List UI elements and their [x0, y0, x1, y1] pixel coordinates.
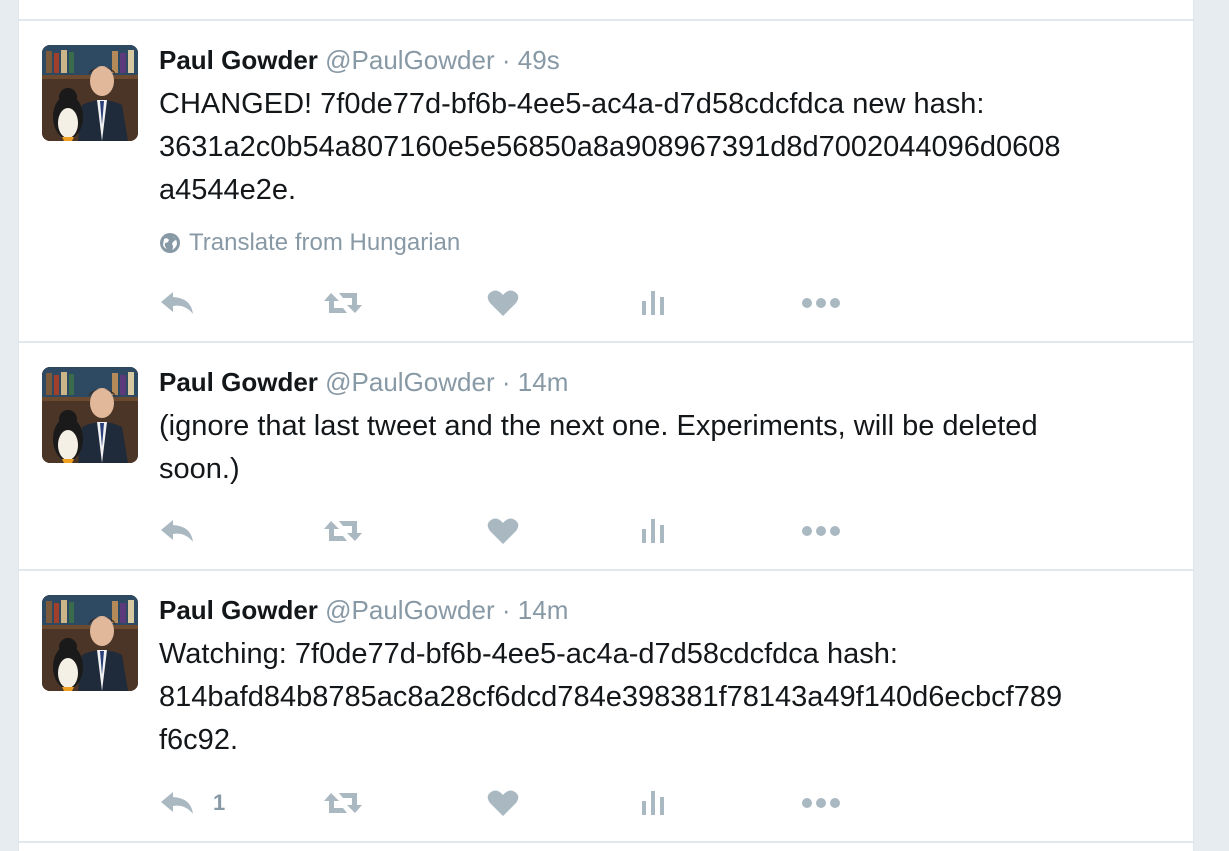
retweet-button[interactable] [323, 283, 363, 323]
tweet[interactable]: Paul Gowder @PaulGowder · 14m (ignore th… [19, 341, 1195, 569]
analytics-button[interactable] [641, 783, 667, 823]
translate-link[interactable]: Translate from Hungarian [159, 229, 460, 257]
retweet-icon [323, 517, 363, 545]
separator: · [501, 595, 511, 625]
analytics-button[interactable] [641, 511, 667, 551]
timeline: Paul Gowder @PaulGowder · 49s CHANGED! 7… [18, 0, 1195, 851]
like-button[interactable] [487, 511, 519, 551]
heart-icon [487, 517, 519, 545]
timestamp[interactable]: 49s [518, 45, 560, 75]
tweet-actions [159, 283, 879, 323]
reply-button[interactable] [159, 283, 213, 323]
reply-icon [159, 790, 195, 816]
tweet-text: (ignore that last tweet and the next one… [159, 410, 1038, 485]
tweet-header: Paul Gowder @PaulGowder · 14m [159, 595, 568, 625]
tweet-text: Watching: 7f0de77d-bf6b-4ee5-ac4a-d7d58c… [159, 638, 1063, 756]
timestamp[interactable]: 14m [518, 367, 569, 397]
more-icon [801, 525, 841, 537]
tweet[interactable]: Paul Gowder @PaulGowder · 49s CHANGED! 7… [19, 19, 1195, 341]
more-button[interactable] [801, 783, 841, 823]
more-icon [801, 297, 841, 309]
analytics-icon [641, 789, 667, 817]
globe-icon [159, 232, 181, 254]
more-button[interactable] [801, 511, 841, 551]
retweet-button[interactable] [323, 511, 363, 551]
tweet-text: CHANGED! 7f0de77d-bf6b-4ee5-ac4a-d7d58cd… [159, 88, 1061, 206]
tweet-header: Paul Gowder @PaulGowder · 14m [159, 367, 568, 397]
reply-icon [159, 290, 195, 316]
analytics-icon [641, 289, 667, 317]
reply-count: 1 [213, 790, 226, 815]
username[interactable]: @PaulGowder [325, 45, 494, 75]
divider [19, 841, 1195, 843]
fullname[interactable]: Paul Gowder [159, 595, 318, 625]
tweet-actions [159, 511, 879, 551]
analytics-icon [641, 517, 667, 545]
username[interactable]: @PaulGowder [325, 367, 494, 397]
translate-label: Translate from Hungarian [189, 229, 461, 256]
username[interactable]: @PaulGowder [325, 595, 494, 625]
reply-icon [159, 518, 195, 544]
like-button[interactable] [487, 283, 519, 323]
avatar[interactable] [42, 595, 138, 691]
retweet-icon [323, 789, 363, 817]
retweet-button[interactable] [323, 783, 363, 823]
separator: · [501, 367, 511, 397]
tweet-header: Paul Gowder @PaulGowder · 49s [159, 45, 560, 75]
avatar[interactable] [42, 367, 138, 463]
reply-button[interactable]: 1 [159, 783, 225, 823]
fullname[interactable]: Paul Gowder [159, 45, 318, 75]
tweet-actions: 1 [159, 783, 879, 823]
heart-icon [487, 289, 519, 317]
tweet[interactable]: Paul Gowder @PaulGowder · 14m Watching: … [19, 569, 1195, 841]
analytics-button[interactable] [641, 283, 667, 323]
fullname[interactable]: Paul Gowder [159, 367, 318, 397]
heart-icon [487, 789, 519, 817]
avatar[interactable] [42, 45, 138, 141]
retweet-icon [323, 289, 363, 317]
timestamp[interactable]: 14m [518, 595, 569, 625]
more-icon [801, 797, 841, 809]
more-button[interactable] [801, 283, 841, 323]
like-button[interactable] [487, 783, 519, 823]
separator: · [501, 45, 511, 75]
reply-button[interactable] [159, 511, 213, 551]
